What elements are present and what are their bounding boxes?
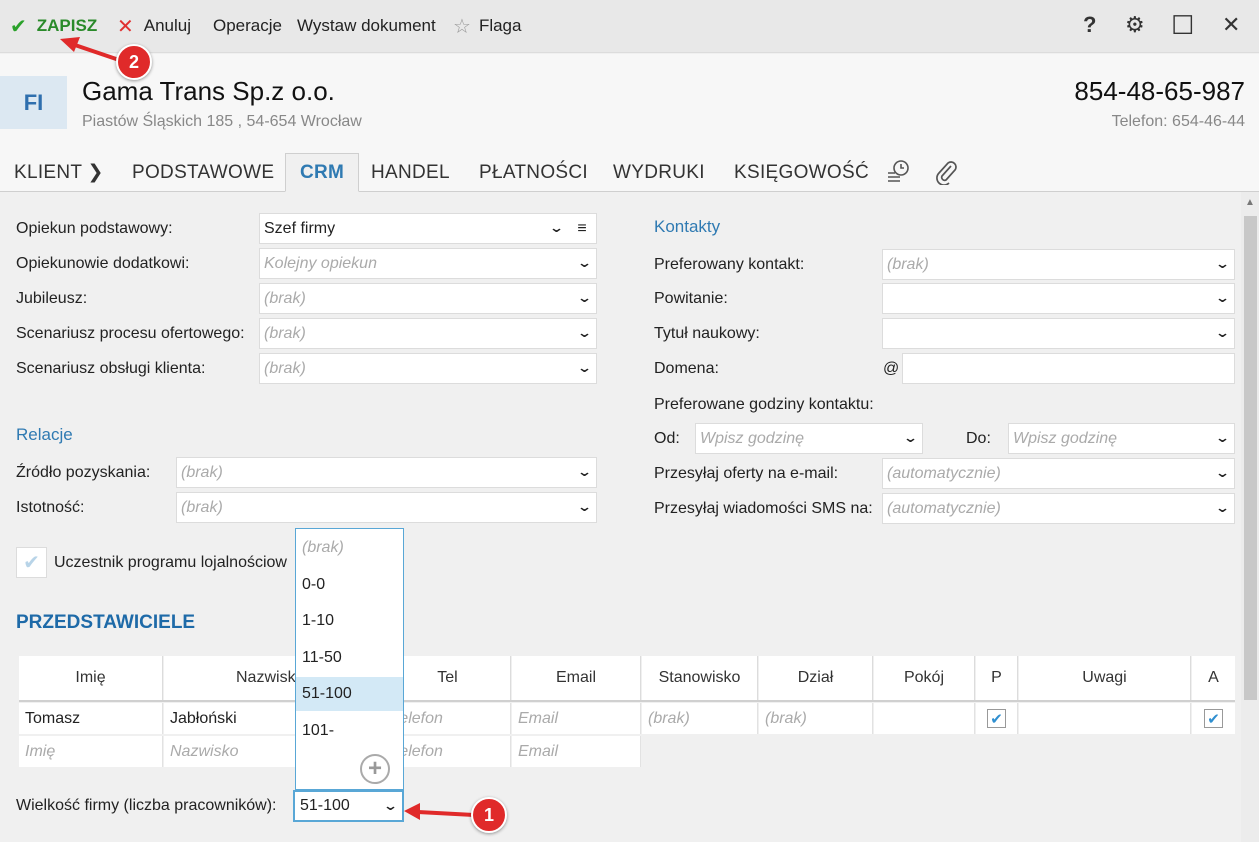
annotation-badge-1: 1 — [471, 797, 507, 833]
annotation-arrows — [60, 37, 475, 820]
annotation-badge-2: 2 — [116, 44, 152, 80]
